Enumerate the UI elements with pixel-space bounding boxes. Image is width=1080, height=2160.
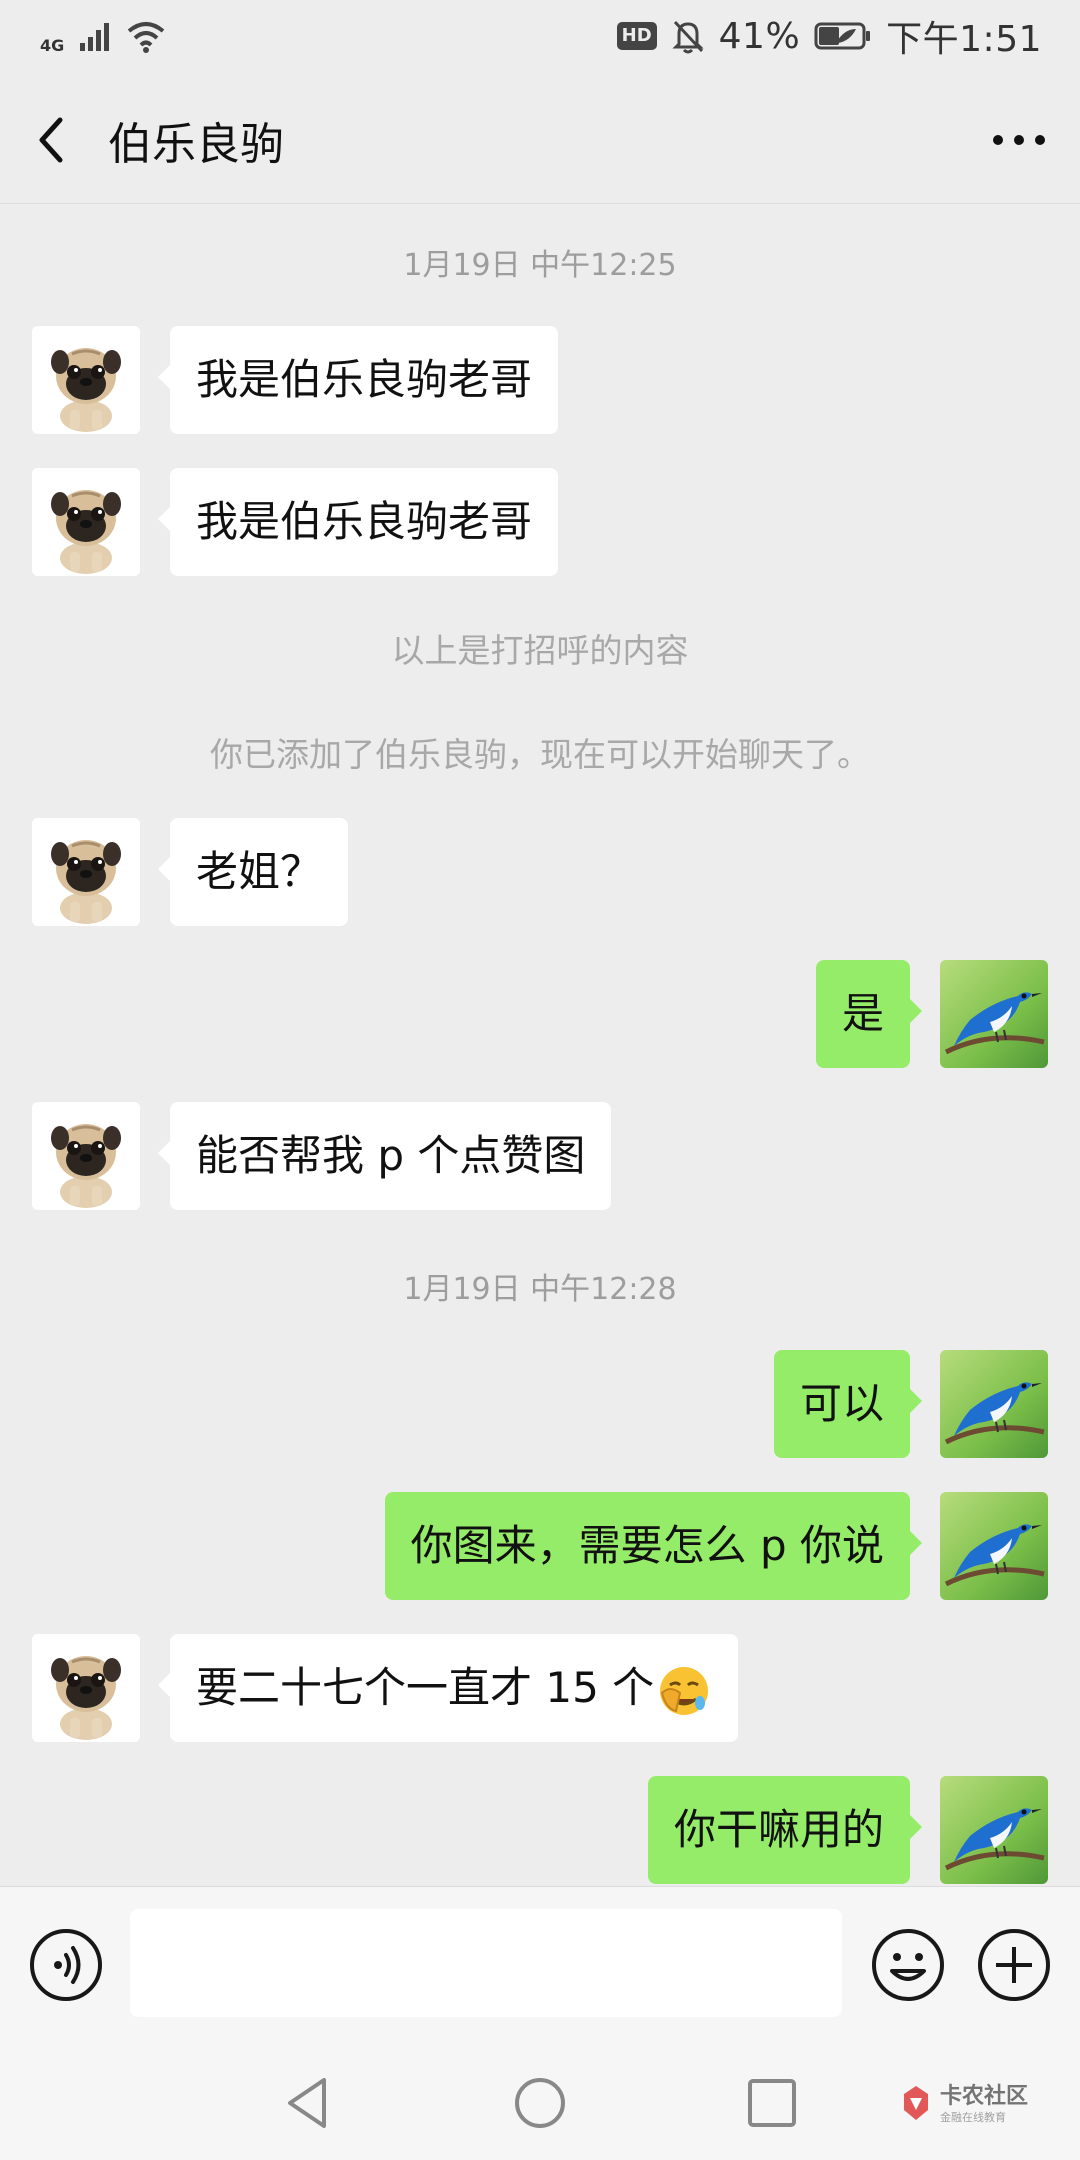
contact-avatar[interactable] <box>32 1102 140 1210</box>
circle-home-icon <box>515 2078 565 2128</box>
contact-avatar[interactable] <box>32 1634 140 1742</box>
facepalm-emoji-icon <box>660 1666 709 1715</box>
nav-home-button[interactable] <box>512 2074 568 2132</box>
watermark-tagline: 金融在线教育 <box>940 2110 1006 2124</box>
system-note: 以上是打招呼的内容 <box>391 631 689 670</box>
more-functions-button[interactable] <box>976 1927 1052 2003</box>
watermark: 卡农社区 金融在线教育 <box>898 2072 1058 2136</box>
contact-avatar[interactable] <box>32 326 140 434</box>
square-recents-icon <box>748 2079 796 2127</box>
chat-messages[interactable]: 1月19日 中午12:25 我是伯乐良驹老哥 我是伯乐良驹老哥 以上是打招呼的内… <box>0 204 1080 1886</box>
mute-bell-icon <box>672 20 704 54</box>
nav-recents-button[interactable] <box>744 2074 800 2132</box>
network-type: 4G <box>40 35 65 55</box>
status-bar: 4G HD 41% 下午1:51 <box>0 0 1080 72</box>
signal-icon <box>80 23 110 51</box>
battery-icon <box>814 22 871 50</box>
hd-badge: HD <box>616 22 657 50</box>
voice-button[interactable] <box>28 1927 104 2003</box>
status-right: HD 41% 下午1:51 <box>616 10 1042 62</box>
message-row-outgoing: 你干嘛用的 <box>0 1776 1080 1886</box>
more-dots-icon <box>993 135 1045 145</box>
smiley-icon <box>872 1929 944 2001</box>
contact-avatar[interactable] <box>32 818 140 926</box>
system-note: 你已添加了伯乐良驹，现在可以开始聊天了。 <box>210 735 870 774</box>
message-bubble[interactable]: 能否帮我 p 个点赞图 <box>157 1102 612 1210</box>
my-avatar[interactable] <box>940 1350 1048 1458</box>
message-input[interactable] <box>130 1909 842 2017</box>
message-row-incoming: 我是伯乐良驹老哥 <box>0 326 1080 436</box>
nav-back-button[interactable] <box>280 2074 336 2132</box>
message-row-incoming: 老姐？ <box>0 818 1080 928</box>
my-avatar[interactable] <box>940 1492 1048 1600</box>
message-row-outgoing: 你图来，需要怎么 p 你说 <box>0 1492 1080 1602</box>
watermark-name: 卡农社区 <box>940 2083 1029 2109</box>
message-bubble[interactable]: 我是伯乐良驹老哥 <box>157 468 559 576</box>
plus-icon <box>978 1929 1050 2001</box>
back-button[interactable] <box>30 112 80 168</box>
watermark-logo-icon <box>904 2086 928 2120</box>
contact-avatar[interactable] <box>32 468 140 576</box>
input-bar <box>0 1886 1080 2046</box>
timestamp: 1月19日 中午12:28 <box>403 1272 677 1307</box>
my-avatar[interactable] <box>940 1776 1048 1884</box>
emoji-button[interactable] <box>870 1927 946 2003</box>
message-row-outgoing: 可以 <box>0 1350 1080 1460</box>
my-avatar[interactable] <box>940 960 1048 1068</box>
voice-icon <box>30 1929 102 2001</box>
wifi-icon <box>127 22 165 53</box>
message-bubble[interactable]: 老姐？ <box>157 818 349 926</box>
chevron-left-icon <box>39 117 63 163</box>
message-bubble[interactable]: 可以 <box>773 1350 923 1458</box>
message-row-incoming: 我是伯乐良驹老哥 <box>0 468 1080 578</box>
more-options-button[interactable] <box>984 112 1054 168</box>
status-left: 4G <box>40 18 166 55</box>
message-bubble[interactable]: 我是伯乐良驹老哥 <box>157 326 559 434</box>
message-bubble[interactable]: 要二十七个一直才 15 个 <box>157 1634 739 1742</box>
message-row-incoming: 要二十七个一直才 15 个 <box>0 1634 1080 1744</box>
message-bubble[interactable]: 你图来，需要怎么 p 你说 <box>384 1492 923 1600</box>
system-nav-bar: 卡农社区 金融在线教育 <box>0 2046 1080 2160</box>
triangle-back-icon <box>288 2078 326 2128</box>
chat-header: 伯乐良驹 <box>0 72 1080 204</box>
clock: 下午1:51 <box>886 19 1042 60</box>
timestamp: 1月19日 中午12:25 <box>403 248 677 283</box>
message-bubble[interactable]: 是 <box>815 960 923 1068</box>
watermark-text: 卡农社区 金融在线教育 <box>940 2083 1029 2124</box>
chat-title: 伯乐良驹 <box>108 119 284 170</box>
battery-percent: 41% <box>718 15 801 57</box>
message-text: 要二十七个一直才 15 个 <box>196 1663 655 1712</box>
message-row-outgoing: 是 <box>0 960 1080 1070</box>
message-bubble[interactable]: 你干嘛用的 <box>647 1776 923 1884</box>
message-row-incoming: 能否帮我 p 个点赞图 <box>0 1102 1080 1212</box>
